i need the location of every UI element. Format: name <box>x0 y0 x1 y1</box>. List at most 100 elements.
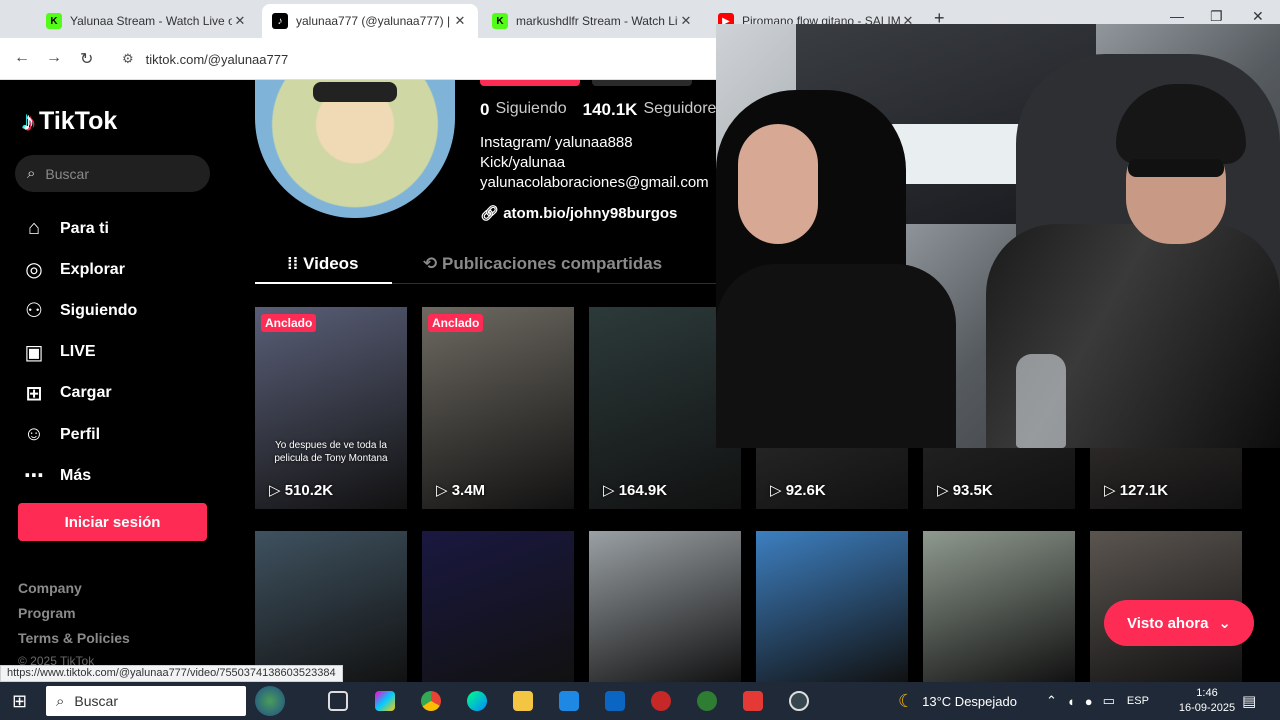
chevron-up-icon[interactable]: ⌃ <box>1046 693 1057 709</box>
followers-count: 140.1K <box>582 100 638 119</box>
followers-label[interactable]: Seguidores <box>643 100 716 120</box>
close-tab-icon[interactable]: ✕ <box>452 13 468 29</box>
sidebar-item-mas[interactable]: ⋯ Más <box>20 455 230 496</box>
cam-person-right-sunglasses <box>1128 159 1224 177</box>
app-recorder-icon[interactable] <box>743 691 763 711</box>
sidebar-item-cargar[interactable]: ⊞ Cargar <box>20 373 230 414</box>
windows-start-icon[interactable]: ⊞ <box>12 691 27 712</box>
following-icon: ⚇ <box>25 300 43 323</box>
pinned-badge: Anclado <box>428 314 484 332</box>
copilot-icon[interactable] <box>375 691 395 711</box>
windows-taskbar: ⊞ ⌕ Buscar ☾ 13°C Despejado ⌃ ◖ ● ▭ ESP … <box>0 682 1280 720</box>
grid-icon: ⁞⁞ <box>287 254 299 273</box>
footer-link-company[interactable]: Company <box>18 580 130 605</box>
tab-videos[interactable]: ⁞⁞ Videos <box>287 254 359 274</box>
tab-kick-markus[interactable]: K markushdlfr Stream - Watch Liv ✕ <box>482 4 704 38</box>
app-red-icon[interactable] <box>651 691 671 711</box>
video-thumb[interactable] <box>756 531 908 682</box>
moon-icon: ☾ <box>898 690 915 711</box>
notifications-icon[interactable]: ▤ <box>1242 692 1256 710</box>
restore-icon[interactable]: ❐ <box>1210 8 1223 25</box>
obs-icon[interactable] <box>789 691 809 711</box>
weather-widget[interactable]: ☾ 13°C Despejado <box>898 682 1017 720</box>
visto-ahora-button[interactable]: Visto ahora ⌄ <box>1104 600 1254 646</box>
search-input[interactable]: ⌕ Buscar <box>15 155 210 192</box>
video-thumb[interactable] <box>923 531 1075 682</box>
taskbar-search[interactable]: ⌕ Buscar <box>46 686 246 716</box>
play-icon: ▷ <box>770 482 786 499</box>
tiktok-logo[interactable]: ♪ TikTok <box>22 106 117 137</box>
avatar <box>255 80 455 218</box>
sidebar-item-explorar[interactable]: ◎ Explorar <box>20 249 230 290</box>
search-icon: ⌕ <box>56 692 65 710</box>
file-explorer-icon[interactable] <box>513 691 533 711</box>
bio-link[interactable]: 🔗︎ atom.bio/johny98burgos <box>480 204 677 222</box>
webcam-overlay <box>716 24 1280 448</box>
language-indicator[interactable]: ESP <box>1127 695 1149 707</box>
footer-link-program[interactable]: Program <box>18 605 130 630</box>
search-placeholder: Buscar <box>45 165 89 182</box>
live-icon: ▣ <box>24 341 44 364</box>
volume-icon[interactable]: ◖ <box>1067 694 1075 709</box>
video-thumb[interactable] <box>255 531 407 682</box>
following-count: 0 <box>480 100 490 119</box>
clock-date: 16-09-2025 <box>1178 702 1236 714</box>
forward-arrow-icon[interactable]: → <box>46 49 62 67</box>
footer-link-terms[interactable]: Terms & Policies <box>18 630 130 655</box>
upload-icon: ⊞ <box>25 382 43 405</box>
sidebar-item-perfil[interactable]: ☺ Perfil <box>20 414 230 455</box>
reload-icon[interactable]: ↻ <box>80 49 93 69</box>
task-view-icon[interactable] <box>328 691 348 711</box>
back-arrow-icon[interactable]: ← <box>14 49 30 67</box>
outlook-icon[interactable] <box>605 691 625 711</box>
video-views: ▷ 164.9K <box>603 482 668 499</box>
store-icon[interactable] <box>559 691 579 711</box>
video-views: ▷ 93.5K <box>937 482 993 499</box>
tiktok-note-icon: ♪ <box>22 106 35 136</box>
play-icon: ▷ <box>436 482 452 499</box>
address-bar-row: ← → ↻ ⚙ tiktok.com/@yalunaa777 <box>0 38 716 80</box>
globe-widget-icon[interactable] <box>255 686 285 716</box>
tab-kick-yalunaa[interactable]: K Yalunaa Stream - Watch Live on ✕ <box>36 4 258 38</box>
tiktok-sidebar: ♪ TikTok ⌕ Buscar ⌂ Para ti ◎ Explorar ⚇… <box>0 80 240 668</box>
app-green-icon[interactable] <box>697 691 717 711</box>
url-field[interactable]: ⚙ tiktok.com/@yalunaa777 <box>112 44 708 74</box>
profile-icon: ☺ <box>23 423 45 446</box>
home-icon: ⌂ <box>27 217 41 240</box>
sidebar-item-live[interactable]: ▣ LIVE <box>20 332 230 373</box>
profile-tabs: ⁞⁞ Videos ⟲ Publicaciones compartidas <box>255 250 716 284</box>
edge-icon[interactable] <box>467 691 487 711</box>
chrome-icon[interactable] <box>421 691 441 711</box>
sidebar-item-para-ti[interactable]: ⌂ Para ti <box>20 208 230 249</box>
video-thumb[interactable] <box>589 531 741 682</box>
close-window-icon[interactable]: ✕ <box>1252 8 1264 25</box>
microphone-icon[interactable]: ● <box>1085 694 1093 709</box>
tiktok-favicon-icon: ♪ <box>272 13 288 29</box>
video-thumb[interactable] <box>422 531 574 682</box>
video-views: ▷ 92.6K <box>770 482 826 499</box>
following-label[interactable]: Siguiendo <box>495 100 566 120</box>
close-tab-icon[interactable]: ✕ <box>678 13 694 29</box>
play-icon: ▷ <box>603 482 619 499</box>
network-icon[interactable]: ▭ <box>1103 693 1115 709</box>
video-views: ▷ 3.4M <box>436 482 486 499</box>
pinned-badge: Anclado <box>261 314 317 332</box>
tab-tiktok-profile[interactable]: ♪ yalunaa777 (@yalunaa777) | Tik ✕ <box>262 4 478 38</box>
minimize-icon[interactable]: — <box>1170 8 1184 24</box>
follow-button[interactable] <box>480 80 580 86</box>
sidebar-item-siguiendo[interactable]: ⚇ Siguiendo <box>20 290 230 331</box>
video-views: ▷ 510.2K <box>269 482 334 499</box>
message-button[interactable] <box>592 80 692 86</box>
cam-person-left-face <box>738 124 818 244</box>
play-icon: ▷ <box>937 482 953 499</box>
cam-person-left-body <box>716 264 956 448</box>
close-tab-icon[interactable]: ✕ <box>232 13 248 29</box>
clock[interactable]: 1:46 16-09-2025 <box>1172 686 1242 716</box>
sidebar-nav: ⌂ Para ti ◎ Explorar ⚇ Siguiendo ▣ LIVE … <box>20 208 230 496</box>
video-thumb[interactable]: Anclado ▷ 3.4M <box>422 307 574 509</box>
site-info-icon[interactable]: ⚙ <box>122 51 134 67</box>
video-thumb[interactable]: Anclado Yo despues de ve toda la pelicul… <box>255 307 407 509</box>
login-button[interactable]: Iniciar sesión <box>18 503 207 541</box>
play-icon: ▷ <box>1104 482 1120 499</box>
tab-publicaciones[interactable]: ⟲ Publicaciones compartidas <box>423 254 662 274</box>
